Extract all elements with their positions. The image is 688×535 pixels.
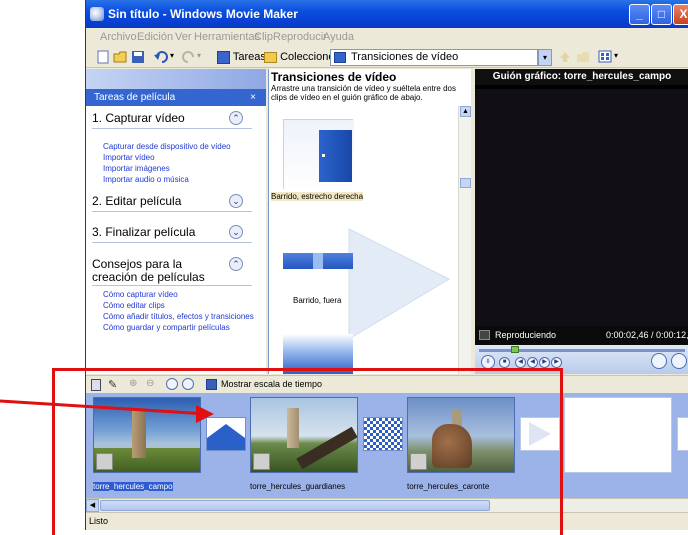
menu-herramientas[interactable]: Herramientas (194, 31, 260, 43)
preview-title: Guión gráfico: torre_hercules_campo (475, 69, 688, 85)
tasks-pane-band (86, 69, 266, 90)
transition-label-wipe-narrow-right[interactable]: Barrido, estrecho derecha (271, 192, 364, 201)
collapse-capture-icon[interactable]: ⌃ (229, 111, 243, 125)
menu-bar: Archivo Edición Ver Herramientas Clip Re… (86, 28, 688, 47)
preview-monitor: Guión gráfico: torre_hercules_campo Repr… (475, 69, 688, 374)
expand-edit-icon[interactable]: ⌄ (229, 194, 243, 208)
up-level-icon[interactable] (558, 50, 573, 64)
scroll-thumb[interactable] (460, 178, 471, 188)
annotation-highlight-box (52, 368, 563, 535)
playback-time: 0:00:02,46 / 0:00:12,4 (606, 330, 688, 340)
transition-slot-empty[interactable] (677, 417, 688, 451)
collections-button[interactable]: Colecciones (264, 49, 340, 66)
link-how-titles[interactable]: Cómo añadir títulos, efectos y transicio… (103, 312, 254, 321)
redo-dropdown-icon[interactable]: ▾ (197, 51, 201, 60)
link-import-video[interactable]: Importar vídeo (103, 153, 155, 162)
divider (92, 285, 252, 286)
section-capture-title[interactable]: 1. Capturar vídeo (92, 111, 185, 125)
collection-dropdown-arrow[interactable]: ▾ (538, 49, 552, 66)
transition-thumb-wipe-out[interactable] (283, 231, 353, 289)
menu-clip[interactable]: Clip (254, 31, 273, 43)
menu-ver[interactable]: Ver (175, 31, 192, 43)
movie-maker-icon (90, 7, 104, 21)
undo-icon[interactable] (154, 50, 169, 64)
views-icon[interactable] (598, 50, 613, 64)
menu-archivo[interactable]: Archivo (100, 31, 137, 43)
section-tips-title[interactable]: Consejos para la creación de películas (92, 258, 222, 284)
new-folder-icon[interactable] (576, 50, 591, 64)
collapse-tips-icon[interactable]: ⌃ (229, 257, 243, 271)
stop-button[interactable]: ■ (499, 357, 510, 368)
link-import-images[interactable]: Importar imágenes (103, 164, 170, 173)
tasks-pane-header: Tareas de película × (86, 89, 266, 106)
close-button[interactable]: X (673, 4, 688, 25)
minimize-button[interactable]: _ (629, 4, 650, 25)
menu-reproducir[interactable]: Reproducir (273, 31, 327, 43)
open-project-icon[interactable] (113, 50, 128, 64)
menu-edicion[interactable]: Edición (137, 31, 173, 43)
section-edit-title[interactable]: 2. Editar película (92, 194, 181, 208)
collections-title: Transiciones de vídeo (271, 70, 397, 84)
views-dropdown-icon[interactable]: ▾ (614, 51, 618, 60)
playback-status: Reproduciendo (495, 330, 557, 340)
new-project-icon[interactable] (96, 50, 111, 64)
forward-button[interactable]: ▶ (539, 357, 550, 368)
next-frame-button[interactable]: ▶ (551, 357, 562, 368)
tasks-button[interactable]: Tareas (217, 49, 266, 66)
scroll-up-icon[interactable]: ▲ (460, 106, 471, 117)
main-toolbar: ▾ ▾ Tareas Colecciones Transiciones de v… (86, 47, 688, 68)
link-how-save[interactable]: Cómo guardar y compartir películas (103, 323, 230, 332)
link-capture-device[interactable]: Capturar desde dispositivo de vídeo (103, 142, 231, 151)
collection-select-value: Transiciones de vídeo (351, 51, 459, 63)
previous-frame-button[interactable]: ◀ (515, 357, 526, 368)
save-project-icon[interactable] (131, 50, 146, 64)
section-finish-title[interactable]: 3. Finalizar película (92, 225, 195, 239)
tasks-pane-title: Tareas de película (94, 92, 176, 103)
expand-finish-icon[interactable]: ⌄ (229, 225, 243, 239)
seek-thumb[interactable] (511, 346, 519, 353)
menu-ayuda[interactable]: Ayuda (323, 31, 354, 43)
maximize-button[interactable]: □ (651, 4, 672, 25)
collections-folder-icon (264, 51, 277, 63)
pause-button[interactable]: II (481, 355, 495, 369)
movie-tasks-pane: Tareas de película × 1. Capturar vídeo ⌃… (86, 69, 266, 374)
empty-clip-slot[interactable] (564, 397, 672, 473)
playback-status-icon (479, 330, 490, 340)
split-clip-button[interactable] (651, 353, 667, 369)
tasks-button-label: Tareas (232, 51, 266, 63)
title-bar: Sin título - Windows Movie Maker _ □ X (86, 0, 688, 28)
collection-select[interactable]: Transiciones de vídeo (330, 49, 538, 66)
divider (92, 128, 252, 129)
collections-description: Arrastre una transición de vídeo y suélt… (271, 84, 456, 102)
playback-status-bar: Reproduciendo 0:00:02,46 / 0:00:12,4 (475, 326, 688, 345)
collections-pane: Transiciones de vídeo Arrastre una trans… (268, 69, 471, 374)
undo-dropdown-icon[interactable]: ▾ (170, 51, 174, 60)
link-how-capture[interactable]: Cómo capturar vídeo (103, 290, 178, 299)
seek-bar[interactable] (479, 349, 685, 352)
transition-thumb-wipe-narrow-right[interactable] (283, 119, 354, 190)
tasks-icon (217, 50, 230, 64)
divider (92, 242, 252, 243)
link-import-audio[interactable]: Importar audio o música (103, 175, 189, 184)
collections-scrollbar[interactable]: ▲ (458, 106, 471, 374)
link-how-edit[interactable]: Cómo editar clips (103, 301, 165, 310)
transitions-collection-icon (334, 52, 346, 63)
window-title: Sin título - Windows Movie Maker (108, 7, 298, 21)
transition-label-wipe-out[interactable]: Barrido, fuera (293, 296, 341, 305)
rewind-button[interactable]: ◀ (527, 357, 538, 368)
divider (92, 211, 252, 212)
video-screen (475, 89, 688, 326)
close-tasks-pane-icon[interactable]: × (250, 89, 256, 106)
take-picture-button[interactable] (671, 353, 687, 369)
redo-icon[interactable] (181, 50, 196, 64)
